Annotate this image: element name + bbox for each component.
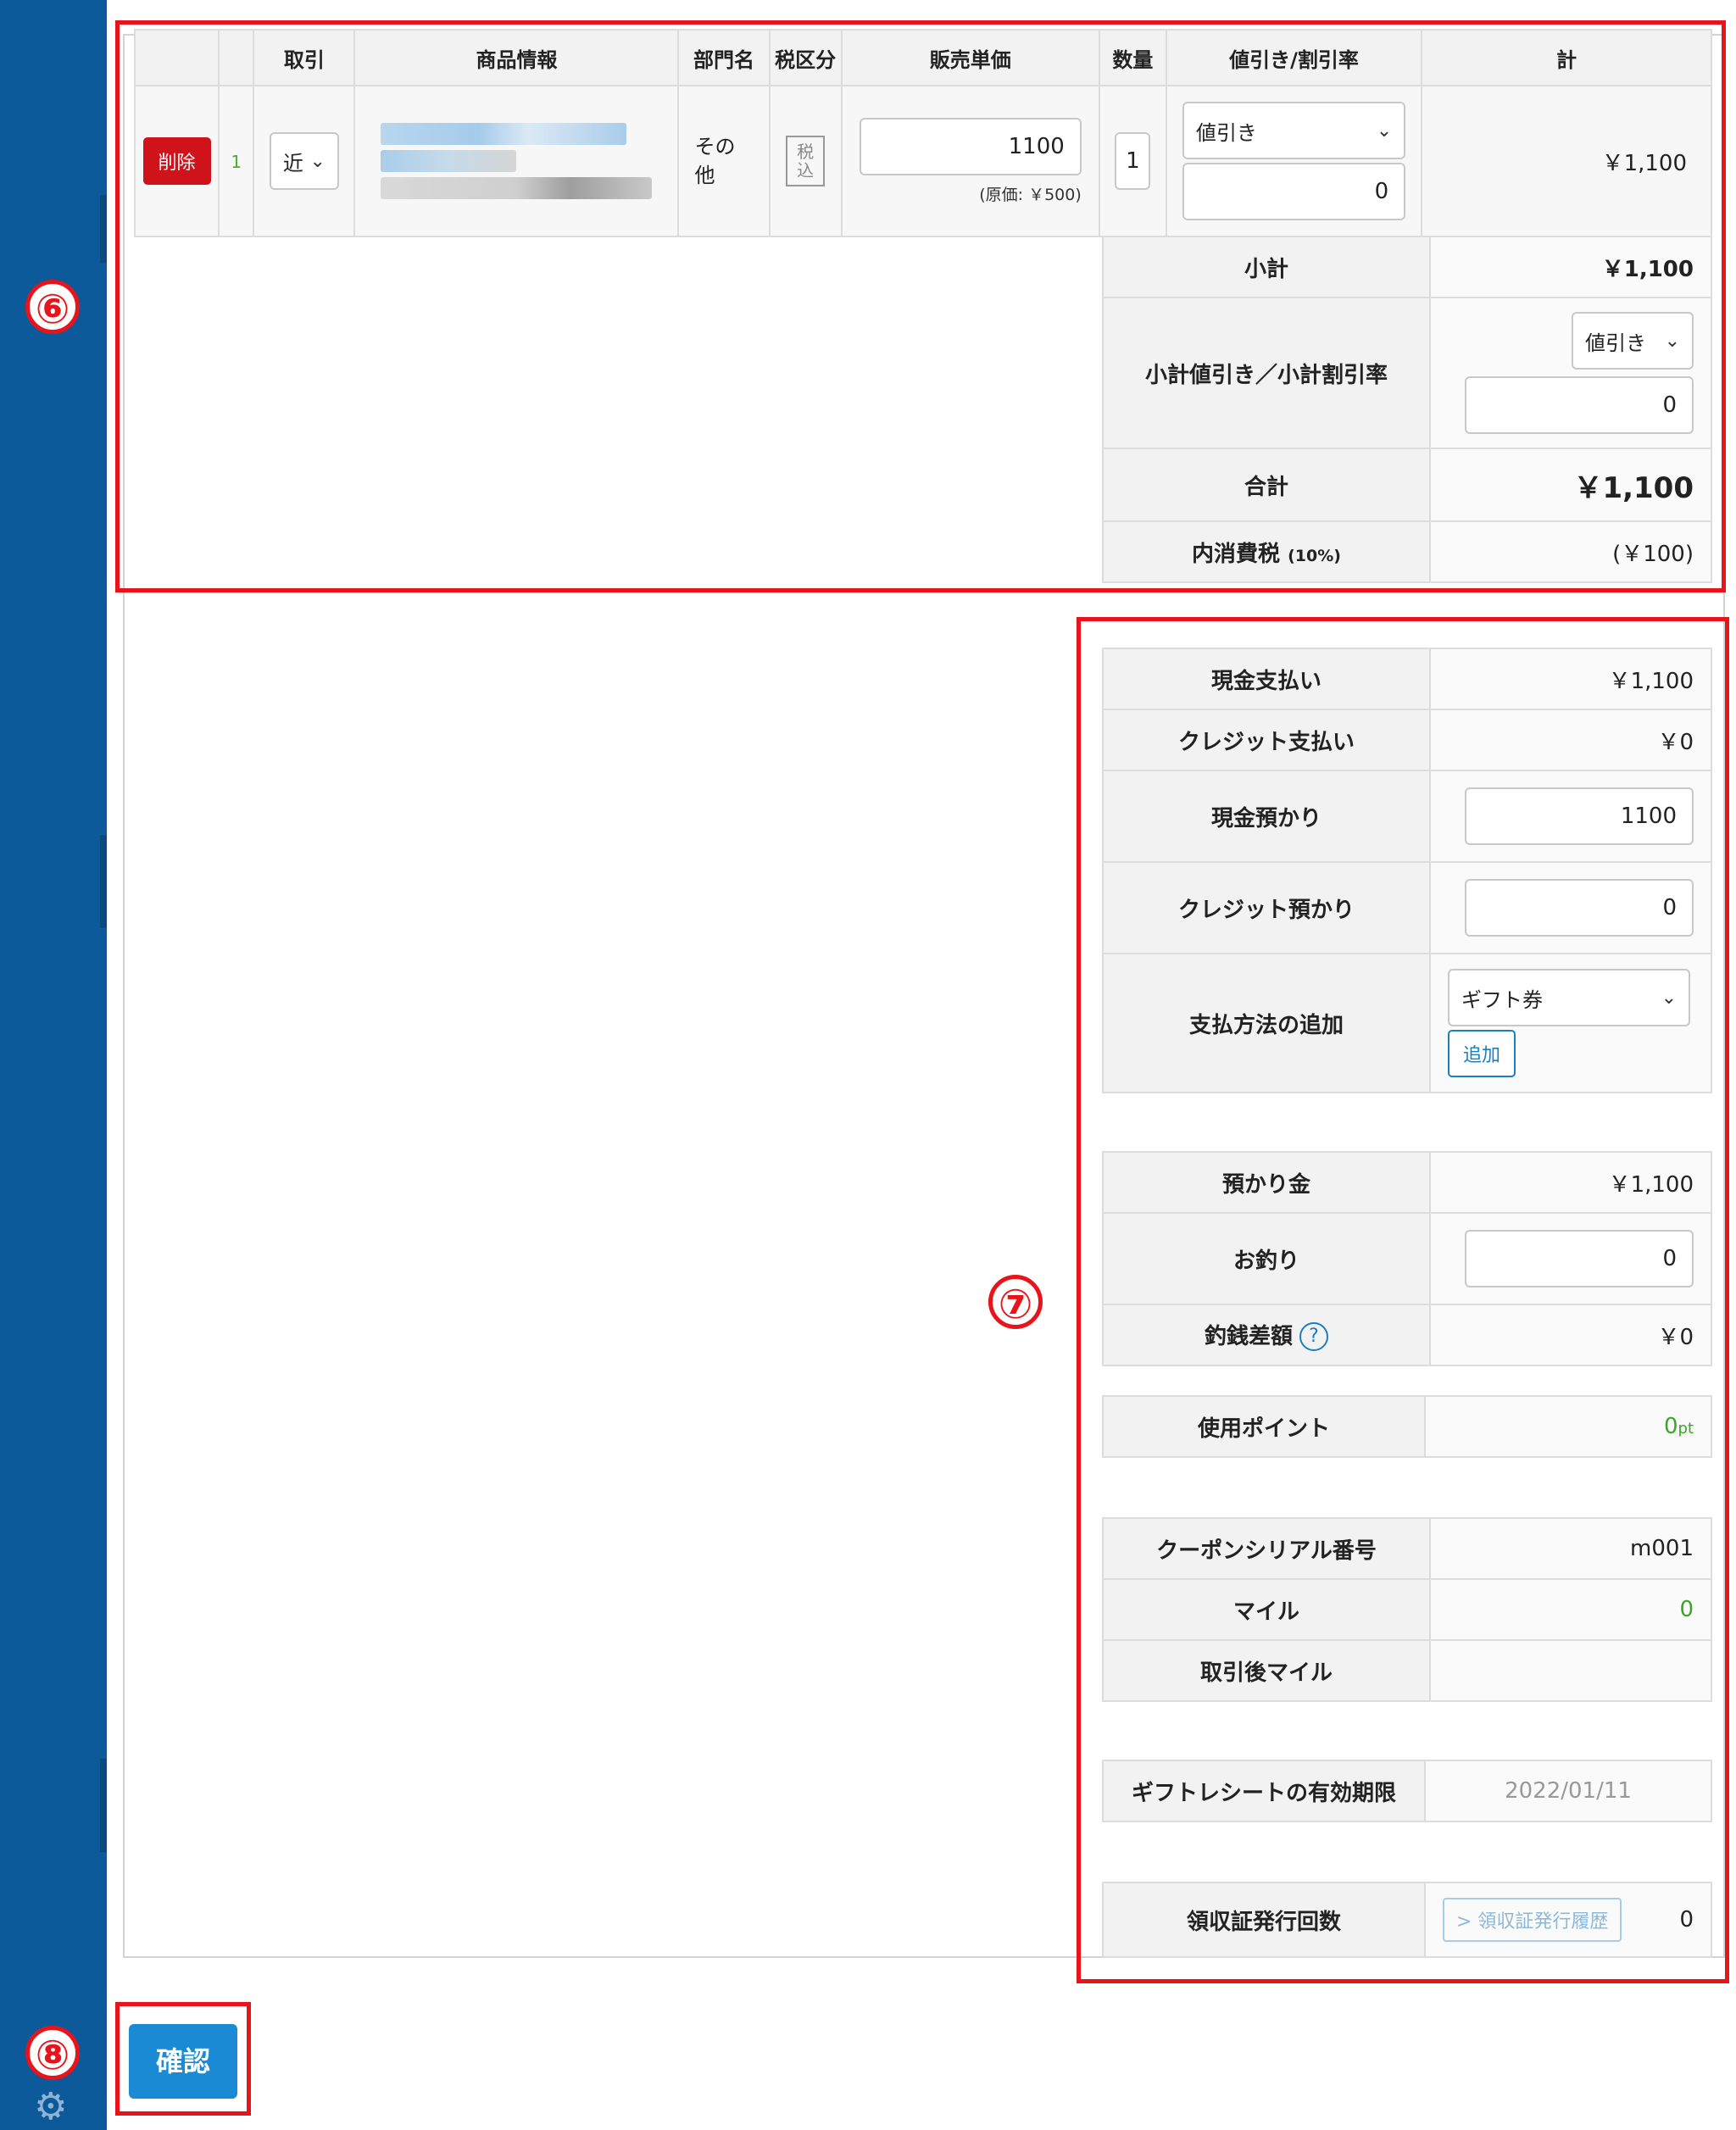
annotation-8: ⑧ (25, 2026, 80, 2080)
settings-gear-icon[interactable]: ⚙ (34, 2085, 67, 2128)
sidebar-edge (100, 835, 107, 928)
sidebar-edge (100, 1759, 107, 1852)
annotation-7: ⑦ (988, 1275, 1043, 1329)
confirm-button[interactable]: 確認 (129, 2024, 237, 2099)
sidebar-edge (100, 195, 107, 263)
annotation-6: ⑥ (25, 280, 80, 334)
annotation-box-7 (1077, 617, 1729, 1983)
annotation-box-6 (115, 20, 1726, 592)
